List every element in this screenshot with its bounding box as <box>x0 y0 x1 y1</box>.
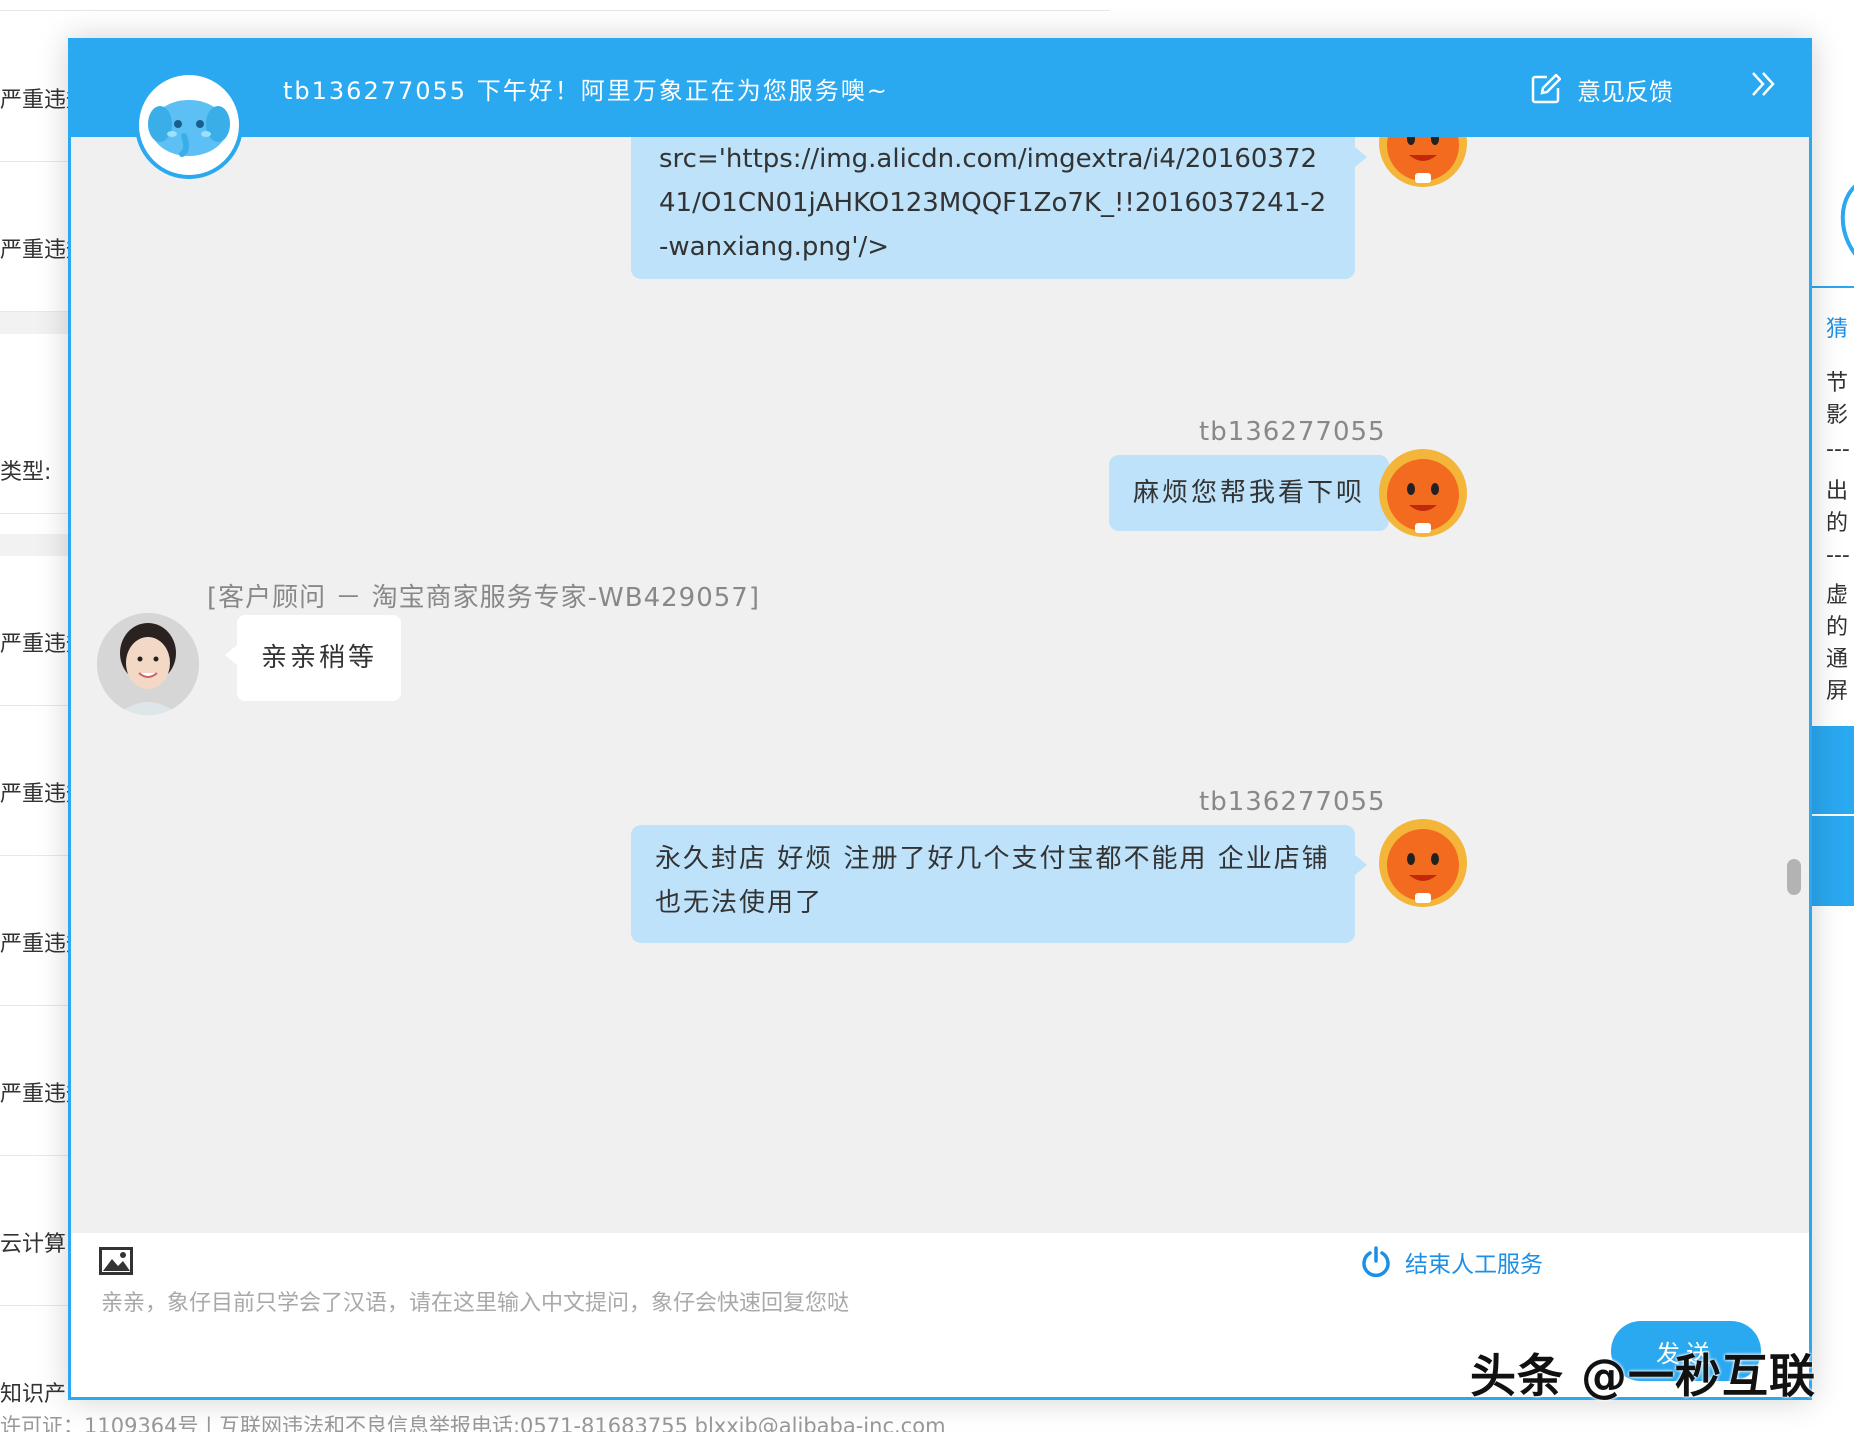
user-avatar <box>1379 819 1467 907</box>
double-chevron-right-icon[interactable] <box>1749 69 1779 99</box>
chat-window: tb136277055 下午好！阿里万象正在为您服务噢~ 意见反馈 src='h… <box>68 38 1812 1400</box>
right-panel-text: --- <box>1826 437 1850 462</box>
right-panel-tab[interactable] <box>1812 726 1854 814</box>
bg-list-item: 类型: <box>0 334 70 514</box>
image-upload-icon[interactable] <box>99 1247 133 1275</box>
bg-list-item: 严重违规 <box>0 856 88 1006</box>
right-panel-text: --- <box>1826 543 1850 568</box>
bg-list-item: 严重违规 <box>0 556 88 706</box>
feedback-button[interactable]: 意见反馈 <box>1531 69 1673 109</box>
message-input[interactable] <box>101 1283 1341 1323</box>
right-panel-text: 猜 <box>1826 317 1849 342</box>
header-title: tb136277055 下午好！阿里万象正在为您服务噢~ <box>283 77 889 105</box>
power-icon <box>1362 1246 1390 1278</box>
divider <box>0 10 1110 11</box>
message-text: 亲亲稍等 <box>261 643 378 673</box>
bg-list-item-label: 类型: <box>0 460 52 485</box>
bg-list-item: 严重违规 <box>0 12 88 162</box>
bg-list-item: 严重违规 <box>0 1006 88 1156</box>
bg-list-item-label: 知识产 <box>0 1382 67 1407</box>
bg-list-item: 云计算 <box>0 1156 70 1306</box>
right-panel-text: 屏 <box>1826 679 1849 704</box>
user-message-bubble: 永久封店 好烦 注册了好几个支付宝都不能用 企业店铺也无法使用了 <box>631 825 1367 943</box>
end-human-service-button[interactable]: 结束人工服务 <box>1361 1245 1543 1279</box>
bg-gap <box>0 534 70 556</box>
agent-message-bubble: 亲亲稍等 <box>224 615 402 701</box>
feedback-label: 意见反馈 <box>1577 77 1673 106</box>
edit-icon <box>1531 74 1561 104</box>
background-right-panel: 猜 节 影 --- 出 的 --- 虚 的 通 屏 <box>1812 0 1854 1432</box>
bg-gap <box>0 312 70 334</box>
elephant-logo-icon <box>135 71 243 179</box>
bg-list-item: 严重违规 <box>0 706 88 856</box>
chat-header: tb136277055 下午好！阿里万象正在为您服务噢~ 意见反馈 <box>71 41 1809 137</box>
right-panel-text: 影 <box>1826 403 1849 428</box>
right-panel-text: 通 <box>1826 647 1849 672</box>
right-panel-text: 出 <box>1826 479 1849 504</box>
bg-list-item: 严重违规 <box>0 162 88 312</box>
agent-sender-name: [客户顾问 － 淘宝商家服务专家-WB429057] <box>207 583 760 613</box>
right-panel-text: 的 <box>1826 615 1849 640</box>
user-message-bubble: src='https://img.alicdn.com/imgextra/i4/… <box>631 137 1367 279</box>
user-message-bubble: 麻烦您帮我看下呗 <box>1109 455 1402 531</box>
mascot-icon <box>1840 184 1854 256</box>
user-avatar <box>1379 449 1467 537</box>
message-text: 永久封店 好烦 注册了好几个支付宝都不能用 企业店铺也无法使用了 <box>655 844 1330 918</box>
bg-list-item-label: 云计算 <box>0 1232 67 1257</box>
message-text: src='https://img.alicdn.com/imgextra/i4/… <box>659 144 1327 262</box>
sender-name: tb136277055 <box>1199 417 1386 447</box>
right-panel-text: 的 <box>1826 511 1849 536</box>
bg-footer-text: 许可证：1109364号 | 互联网违法和不良信息举报电话:0571-81683… <box>0 1414 946 1432</box>
end-service-label: 结束人工服务 <box>1405 1252 1543 1278</box>
user-avatar <box>1379 137 1467 187</box>
message-text: 麻烦您帮我看下呗 <box>1133 478 1366 508</box>
right-panel-text: 虚 <box>1826 583 1849 608</box>
message-list[interactable]: src='https://img.alicdn.com/imgextra/i4/… <box>71 137 1781 1272</box>
sender-name: tb136277055 <box>1199 787 1386 817</box>
watermark-text: 头条 @一秒互联 <box>1470 1349 1817 1403</box>
right-panel-text: 节 <box>1826 371 1849 396</box>
agent-avatar <box>97 613 199 715</box>
right-panel-tab[interactable] <box>1812 816 1854 906</box>
divider <box>1812 286 1854 288</box>
scrollbar-thumb[interactable] <box>1787 859 1801 895</box>
